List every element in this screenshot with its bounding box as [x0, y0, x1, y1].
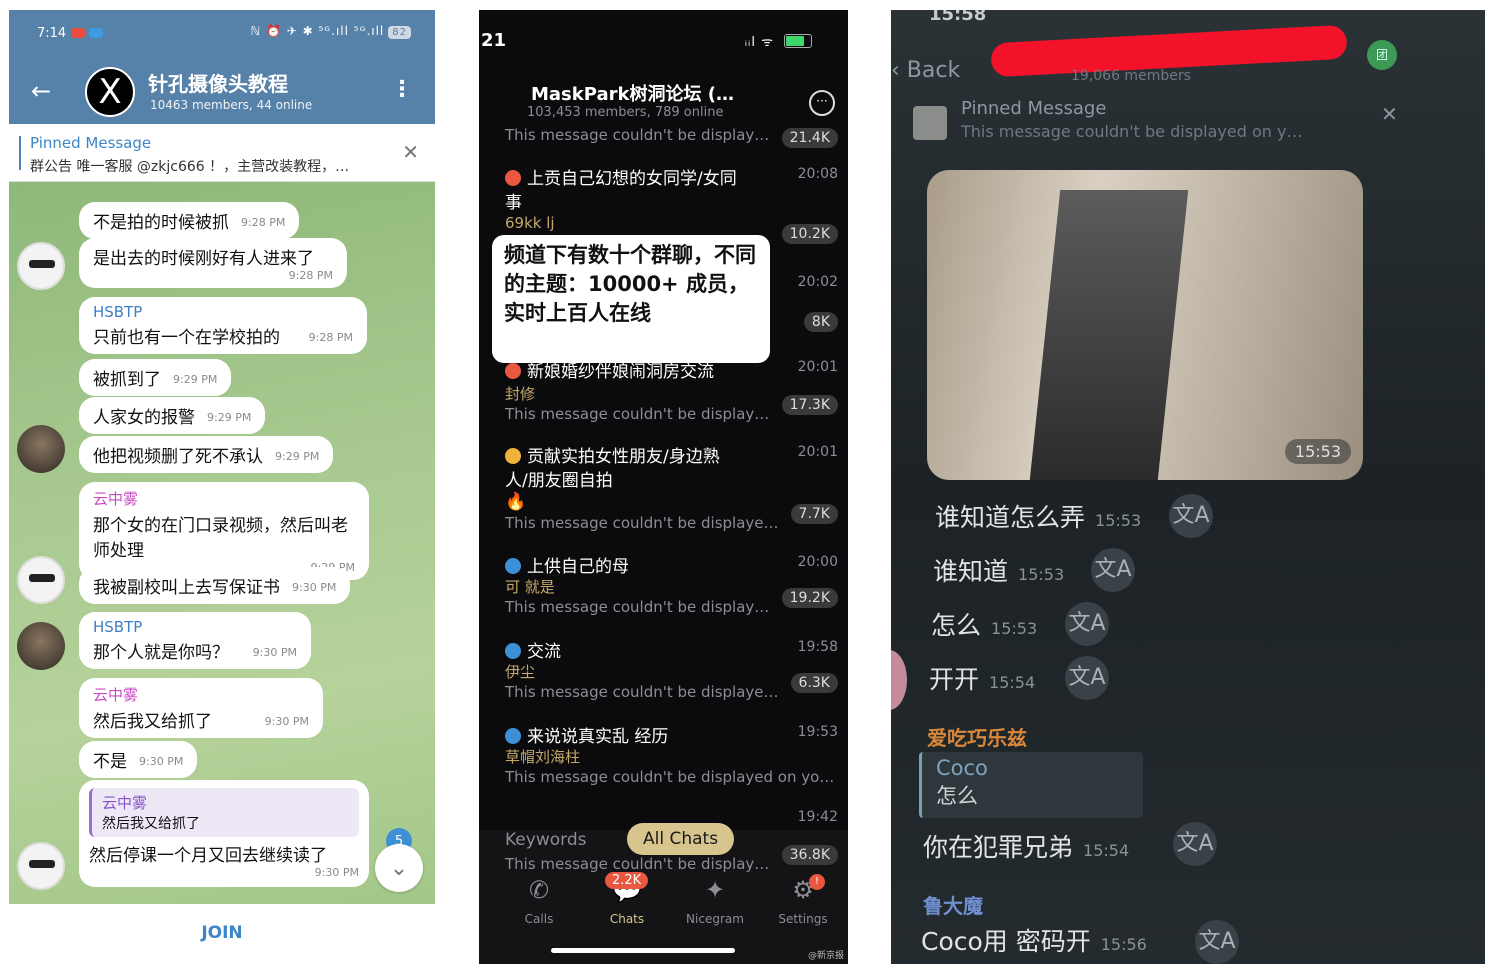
- avatar[interactable]: [17, 242, 65, 290]
- translate-icon[interactable]: 文A: [1195, 920, 1239, 964]
- photo-message[interactable]: 15:53: [927, 170, 1363, 480]
- topic-icon: [505, 558, 521, 574]
- message-text[interactable]: 怎么 15:53: [931, 606, 1037, 642]
- group-members: 19,066 members: [1071, 68, 1191, 84]
- avatar[interactable]: [17, 842, 65, 890]
- message-bubble[interactable]: 不是 9:30 PM: [79, 741, 198, 778]
- gear-icon: ⚙: [792, 876, 814, 904]
- message-text[interactable]: 你在犯罪兄弟 15:54: [923, 828, 1129, 864]
- message-text[interactable]: 谁知道怎么弄 15:53: [935, 498, 1141, 534]
- keywords-filter[interactable]: Keywords: [505, 830, 586, 850]
- avatar[interactable]: [17, 556, 65, 604]
- message-bubble[interactable]: 云中雾 然后我又给抓了 9:30 PM: [79, 678, 323, 738]
- status-time: 21: [481, 30, 507, 51]
- pinned-indicator: [19, 136, 21, 170]
- tab-settings[interactable]: ⚙ Settings: [763, 876, 843, 926]
- message-text[interactable]: Coco用 密码开 15:56: [921, 922, 1147, 958]
- translate-icon[interactable]: 文A: [1173, 822, 1217, 866]
- more-icon[interactable]: ···: [809, 90, 835, 116]
- message-bubble[interactable]: 云中雾 然后我又给抓了 然后停课一个月又回去继续读了 9:30 PM: [79, 780, 369, 887]
- translate-icon[interactable]: 文A: [1169, 494, 1213, 538]
- topic-icon: [505, 363, 521, 379]
- channel-avatar[interactable]: X: [85, 67, 135, 117]
- status-time: 15:58: [929, 10, 987, 25]
- topic-icon: [505, 643, 521, 659]
- nicegram-icon: ✦: [704, 876, 726, 904]
- avatar[interactable]: [891, 650, 907, 710]
- message-bubble[interactable]: 人家女的报警 9:29 PM: [79, 397, 266, 434]
- channel-title[interactable]: 针孔摄像头教程: [148, 68, 288, 97]
- translate-icon[interactable]: 文A: [1065, 656, 1109, 700]
- pinned-text: 群公告 唯一客服 @zkjc666 ！，主营改装教程，…: [30, 159, 350, 175]
- group-avatar[interactable]: 团: [1367, 40, 1397, 70]
- battery-icon: [784, 34, 812, 48]
- nicegram-ios-screenshot: 21 ᵢᵢl ᯤ MaskPark树洞论坛 (… 103,453 members…: [479, 10, 848, 964]
- pinned-title[interactable]: Pinned Message: [961, 98, 1106, 119]
- topic-icon: [505, 170, 521, 186]
- pinned-message-bar[interactable]: Pinned Message 群公告 唯一客服 @zkjc666 ！，主营改装教…: [9, 124, 435, 182]
- chats-unread-badge: 2.2K: [605, 872, 649, 889]
- tab-bar: ✆ Calls 💬 Chats ✦ Nicegram ⚙ Settings: [479, 876, 848, 936]
- back-button[interactable]: ‹ Back: [891, 58, 960, 83]
- pinned-text: This message couldn't be displayed on y…: [961, 122, 1303, 141]
- settings-alert-badge: !: [809, 874, 825, 890]
- door-lock-image: [1029, 190, 1189, 480]
- tab-calls[interactable]: ✆ Calls: [499, 876, 579, 926]
- signal-icon: ᵢᵢl ᯤ: [744, 35, 774, 50]
- chevron-down-icon[interactable]: ⌄: [375, 844, 423, 892]
- status-signal: ℕ ⏰ ✈ ✱ ⁵ᴳ.ıll ⁵ᴳ.ıll 82: [251, 24, 411, 39]
- topic-icon: [505, 448, 521, 464]
- translate-icon[interactable]: 文A: [1091, 548, 1135, 592]
- annotation-overlay: 频道下有数十个群聊，不同的主题：10000+ 成员，实时上百人在线: [492, 235, 770, 363]
- more-menu-icon[interactable]: ⋮: [391, 77, 413, 102]
- reply-quote[interactable]: 云中雾 然后我又给抓了: [89, 788, 359, 837]
- tab-nicegram[interactable]: ✦ Nicegram: [675, 876, 755, 926]
- status-time: 7:14: [37, 26, 67, 41]
- back-arrow-icon[interactable]: ←: [31, 77, 51, 105]
- avatar[interactable]: [17, 425, 65, 473]
- topic-icon: [505, 728, 521, 744]
- message-bubble[interactable]: HSBTP 只前也有一个在学校拍的 9:28 PM: [79, 297, 367, 354]
- message-bubble[interactable]: 不是拍的时候被抓 9:28 PM: [79, 202, 300, 239]
- fire-icon: 🔥: [505, 492, 527, 512]
- telegram-android-screenshot: 7:14 ℕ ⏰ ✈ ✱ ⁵ᴳ.ıll ⁵ᴳ.ıll 82 ← X 针孔摄像头教程…: [9, 10, 435, 964]
- channel-members: 10463 members, 44 online: [150, 98, 313, 112]
- home-indicator[interactable]: [551, 948, 735, 953]
- sender-name[interactable]: 爱吃巧乐兹: [927, 722, 1027, 751]
- pinned-title: Pinned Message: [30, 134, 152, 152]
- unread-count: 36.8K: [781, 845, 838, 865]
- message-text[interactable]: 谁知道 15:53: [933, 552, 1064, 588]
- list-item-preview: This message couldn't be display…: [505, 855, 770, 873]
- group-members: 103,453 members, 789 online: [527, 105, 724, 120]
- avatar[interactable]: [17, 622, 65, 670]
- chat-area[interactable]: 不是拍的时候被抓 9:28 PM 是出去的时候刚好有人进来了 9:28 PM HSB…: [9, 182, 435, 904]
- message-bubble[interactable]: 我被副校叫上去写保证书 9:30 PM: [79, 567, 351, 604]
- message-bubble[interactable]: HSBTP 那个人就是你吗？ 9:30 PM: [79, 612, 311, 669]
- message-bubble[interactable]: 被抓到了 9:29 PM: [79, 359, 232, 396]
- phone-photo-screenshot: 15:58 ‹ Back 19,066 members 团 Pinned Mes…: [891, 10, 1485, 964]
- chat-header: ← X 针孔摄像头教程 10463 members, 44 online ⋮: [9, 57, 435, 124]
- sender-name[interactable]: 鲁大魔: [923, 890, 983, 919]
- message-text[interactable]: 开开 15:54: [929, 660, 1035, 696]
- join-button[interactable]: JOIN: [9, 904, 435, 964]
- reply-quote[interactable]: Coco 怎么: [919, 752, 1143, 818]
- message-bubble[interactable]: 他把视频删了死不承认 9:29 PM: [79, 436, 334, 473]
- message-bubble[interactable]: 云中雾那个女的在门口录视频，然后叫老师处理9:29 PM: [79, 482, 369, 580]
- phone-icon: ✆: [528, 876, 550, 904]
- watermark: @新京报: [807, 951, 844, 961]
- status-bar: 7:14 ℕ ⏰ ✈ ✱ ⁵ᴳ.ıll ⁵ᴳ.ıll 82: [9, 10, 435, 57]
- message-bubble[interactable]: 是出去的时候刚好有人进来了 9:28 PM: [79, 238, 347, 288]
- translate-icon[interactable]: 文A: [1065, 602, 1109, 646]
- photo-timestamp: 15:53: [1284, 439, 1351, 464]
- pinned-thumbnail: [913, 106, 947, 140]
- battery-icon: 82: [388, 26, 411, 39]
- close-icon[interactable]: ✕: [402, 140, 419, 164]
- all-chats-filter[interactable]: All Chats: [627, 823, 735, 855]
- group-title[interactable]: MaskPark树洞论坛 (…: [531, 80, 734, 106]
- notification-icons: [71, 28, 103, 38]
- close-icon[interactable]: ✕: [1381, 102, 1398, 126]
